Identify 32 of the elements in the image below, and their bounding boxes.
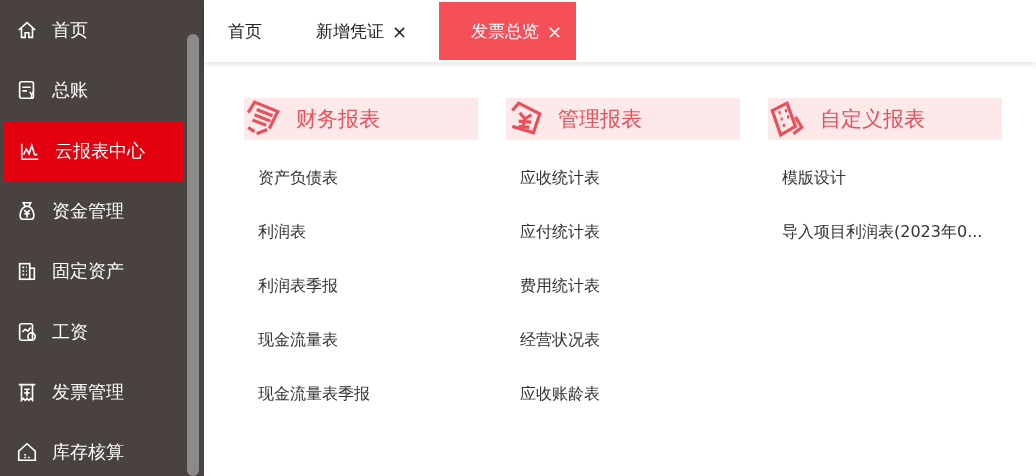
report-link[interactable]: 费用统计表: [506, 276, 740, 302]
report-link[interactable]: 经营状况表: [506, 330, 740, 356]
report-link[interactable]: 应收账龄表: [506, 384, 740, 410]
payslip-icon: [16, 320, 38, 343]
building-icon: [768, 100, 806, 138]
tab[interactable]: 首页: [214, 2, 286, 60]
sidebar-item[interactable]: 库存核算: [0, 422, 184, 476]
money-bag-icon: [16, 200, 38, 223]
section-header: 财务报表: [244, 98, 478, 140]
report-link[interactable]: 资产负债表: [244, 168, 478, 194]
sidebar-item[interactable]: 工资: [0, 301, 184, 362]
building-icon: [16, 260, 38, 283]
sidebar-item[interactable]: 云报表中心: [3, 120, 184, 181]
report-link[interactable]: 应付统计表: [506, 222, 740, 248]
warehouse-icon: [16, 441, 38, 464]
sidebar-item[interactable]: 发票管理: [0, 361, 184, 423]
report-link[interactable]: 现金流量表: [244, 330, 478, 356]
report-link[interactable]: 应收统计表: [506, 168, 740, 194]
sidebar-item[interactable]: 首页: [0, 0, 184, 61]
report-link[interactable]: 利润表: [244, 222, 478, 248]
report-link[interactable]: 现金流量表季报: [244, 384, 478, 410]
report-link[interactable]: 导入项目利润表(2023年0...: [768, 222, 1002, 248]
sidebar-item[interactable]: 固定资产: [0, 241, 184, 302]
section-header: 自定义报表: [768, 98, 1002, 140]
report-link[interactable]: 模版设计: [768, 168, 1002, 194]
document-icon: [244, 100, 282, 138]
report-link[interactable]: 利润表季报: [244, 276, 478, 302]
sidebar-item[interactable]: 资金管理: [0, 180, 184, 242]
tab[interactable]: 新增凭证 ×: [302, 2, 432, 60]
section-header: 管理报表: [506, 98, 740, 140]
close-icon[interactable]: ×: [392, 20, 408, 42]
sidebar-item[interactable]: 总账: [0, 60, 184, 121]
